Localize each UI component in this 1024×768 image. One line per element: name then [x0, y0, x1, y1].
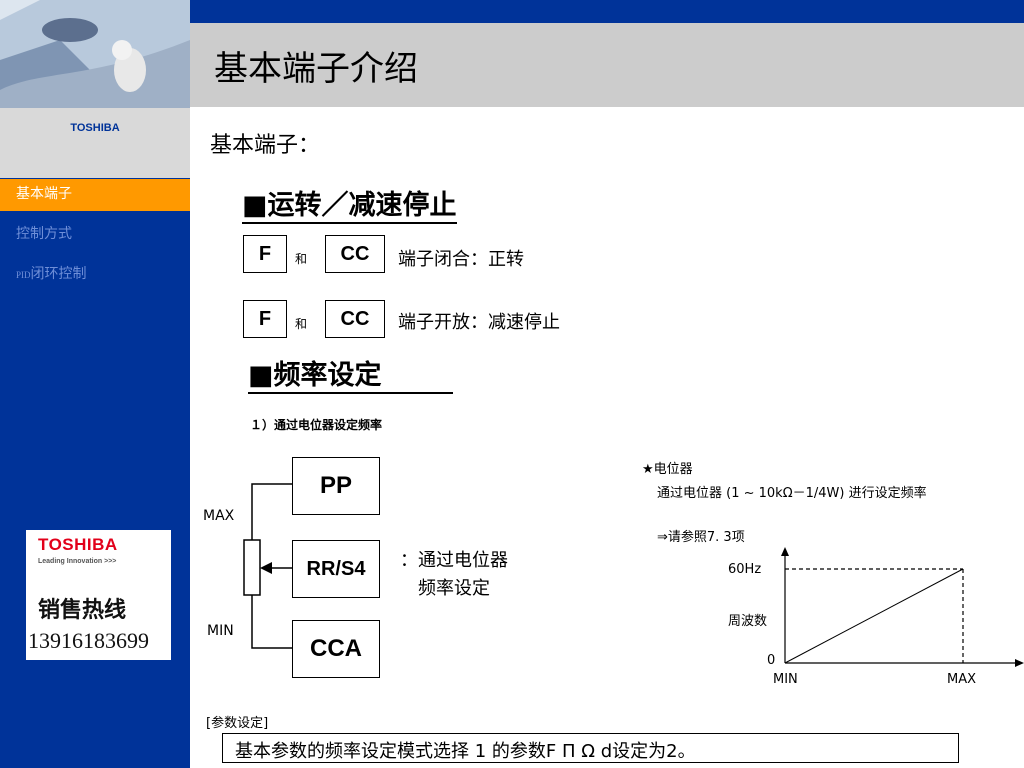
- sidebar-item-label: 基本端子: [16, 187, 72, 202]
- param-box: 基本参数的频率设定模式选择 1 的参数F Π Ω d设定为2。: [222, 733, 959, 763]
- row-description: 端子开放：减速停止: [398, 312, 560, 333]
- graph-origin-label: 0: [767, 653, 776, 668]
- min-label: MIN: [207, 623, 234, 639]
- sidebar-item-prefix: PID: [16, 270, 31, 280]
- row-description: 端子闭合：正转: [398, 249, 524, 270]
- sidebar-item-control-mode[interactable]: 控制方式: [0, 219, 190, 251]
- param-text: 基本参数的频率设定模式选择 1 的参数F Π Ω d设定为2。: [235, 741, 696, 762]
- sidebar-item-label: 闭环控制: [30, 267, 87, 282]
- potentiometer-icon: [243, 539, 261, 596]
- diagram-desc-line1: ：通过电位器: [400, 550, 508, 571]
- and-label: 和: [295, 252, 308, 266]
- graph-x-min-label: MIN: [773, 672, 798, 687]
- wire-top: [251, 483, 292, 540]
- top-bar: [190, 0, 1024, 23]
- terminal-key-f: F: [243, 235, 287, 273]
- hotline-phone: 13916183699: [28, 628, 149, 653]
- x-axis-arrow-icon: [1015, 659, 1024, 667]
- max-label: MAX: [203, 508, 235, 524]
- sidebar-item-label: 控制方式: [16, 227, 72, 242]
- terminal-key-f: F: [243, 300, 287, 338]
- hotline-card: TOSHIBA Leading Innovation >>> 销售热线 1391…: [26, 530, 171, 660]
- diagram-desc-line2: 频率设定: [418, 578, 490, 599]
- header-photo: [0, 0, 190, 108]
- page-title: 基本端子介绍: [214, 49, 418, 89]
- title-bar: 基本端子介绍: [190, 23, 1024, 107]
- subtitle: 基本端子：: [210, 133, 321, 158]
- terminal-cca: CCA: [292, 620, 380, 678]
- terminal-key-cc: CC: [325, 300, 385, 338]
- terminal-key-cc: CC: [325, 235, 385, 273]
- and-label: 和: [295, 317, 308, 331]
- graph-y-label: 周波数: [728, 614, 768, 629]
- y-axis-arrow-icon: [781, 547, 789, 556]
- step-label: １）通过电位器设定频率: [250, 418, 383, 432]
- sidebar-item-basic-terminals[interactable]: 基本端子: [0, 179, 190, 211]
- brand-label: TOSHIBA: [70, 122, 120, 134]
- note-reference: ⇒请参照7. 3项: [657, 530, 745, 545]
- wiper-arrow-icon: [260, 562, 272, 574]
- brand-band: TOSHIBA: [0, 108, 190, 178]
- note-line: 通过电位器 (1 ~ 10kΩ－1/4W) 进行设定频率: [657, 486, 927, 501]
- param-label: [参数设定]: [206, 716, 269, 731]
- graph-x-max-label: MAX: [947, 672, 977, 687]
- section-frequency-heading: ■频率设定: [248, 353, 453, 394]
- terminal-pp: PP: [292, 457, 380, 515]
- note-title: ★电位器: [642, 462, 693, 477]
- frequency-graph: [781, 547, 1024, 667]
- hotline-title: 销售热线: [38, 597, 127, 622]
- section-run-stop-heading: ■运转／减速停止: [242, 183, 457, 224]
- graph-y-top-label: 60Hz: [728, 562, 762, 577]
- hotline-tagline: Leading Innovation >>>: [38, 558, 117, 565]
- sidebar-item-pid-control[interactable]: PID闭环控制: [0, 259, 190, 291]
- wire-bottom: [251, 595, 292, 649]
- hotline-brand: TOSHIBA: [38, 535, 118, 554]
- terminal-rr-s4: RR/S4: [292, 540, 380, 598]
- frequency-line: [784, 568, 964, 664]
